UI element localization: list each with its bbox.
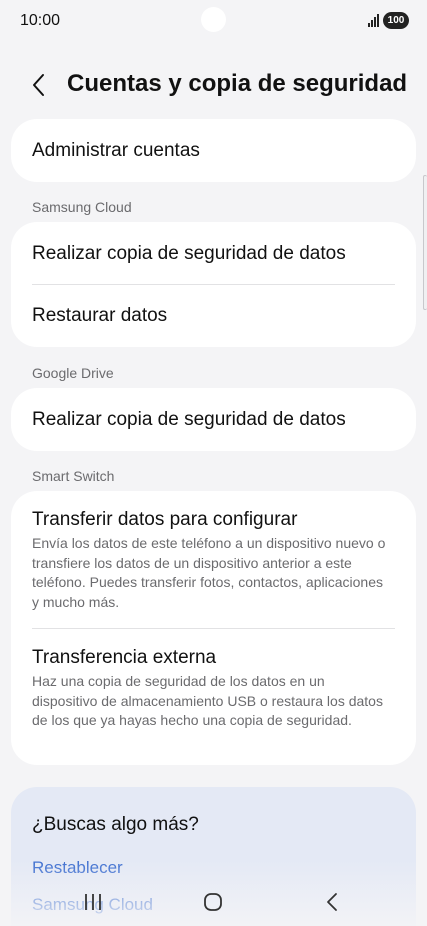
google-backup-label: Realizar copia de seguridad de datos	[32, 408, 346, 430]
samsung-cloud-card: Realizar copia de seguridad de datos Res…	[11, 222, 416, 347]
scroll-indicator[interactable]	[423, 175, 427, 310]
recents-button[interactable]	[71, 884, 115, 920]
google-drive-card: Realizar copia de seguridad de datos	[11, 388, 416, 451]
samsung-restore-label: Restaurar datos	[32, 305, 168, 326]
status-time: 10:00	[20, 12, 61, 29]
back-button[interactable]	[24, 70, 54, 100]
manage-accounts-label: Administrar cuentas	[32, 139, 200, 161]
chevron-left-icon	[33, 74, 44, 96]
samsung-backup-item[interactable]: Realizar copia de seguridad de datos	[11, 222, 416, 285]
external-transfer-description: Haz una copia de seguridad de los datos …	[32, 673, 383, 728]
samsung-restore-item[interactable]: Restaurar datos	[11, 285, 416, 347]
section-label-google-drive: Google Drive	[32, 365, 114, 381]
smart-switch-card: Transferir datos para configurar Envía l…	[11, 491, 416, 765]
samsung-backup-label: Realizar copia de seguridad de datos	[32, 242, 346, 264]
front-camera	[201, 7, 226, 32]
external-transfer-title: Transferencia externa	[32, 647, 217, 668]
transfer-data-description: Envía los datos de este teléfono a un di…	[32, 535, 386, 610]
external-transfer-item[interactable]: Transferencia externa Haz una copia de s…	[11, 629, 416, 765]
manage-accounts-item[interactable]: Administrar cuentas	[11, 119, 416, 182]
header: Cuentas y copia de seguridad	[0, 60, 427, 110]
google-backup-item[interactable]: Realizar copia de seguridad de datos	[11, 388, 416, 451]
accounts-card: Administrar cuentas	[11, 119, 416, 182]
nav-back-button[interactable]	[310, 884, 354, 920]
section-label-samsung-cloud: Samsung Cloud	[32, 199, 132, 215]
section-label-smart-switch: Smart Switch	[32, 468, 115, 484]
home-button[interactable]	[191, 884, 235, 920]
transfer-data-item[interactable]: Transferir datos para configurar Envía l…	[11, 491, 416, 629]
transfer-data-title: Transferir datos para configurar	[32, 509, 298, 530]
status-bar: 10:00 100	[0, 0, 427, 44]
reset-link[interactable]: Restablecer	[32, 858, 123, 878]
page-title: Cuentas y copia de seguridad	[67, 70, 408, 97]
suggestion-title: ¿Buscas algo más?	[32, 814, 199, 835]
navigation-bar	[0, 880, 427, 926]
signal-icon	[368, 14, 379, 27]
status-icons: 100	[368, 12, 409, 29]
back-icon	[327, 893, 337, 911]
recents-icon	[85, 894, 101, 910]
home-icon	[204, 893, 222, 911]
battery-icon: 100	[383, 12, 409, 29]
